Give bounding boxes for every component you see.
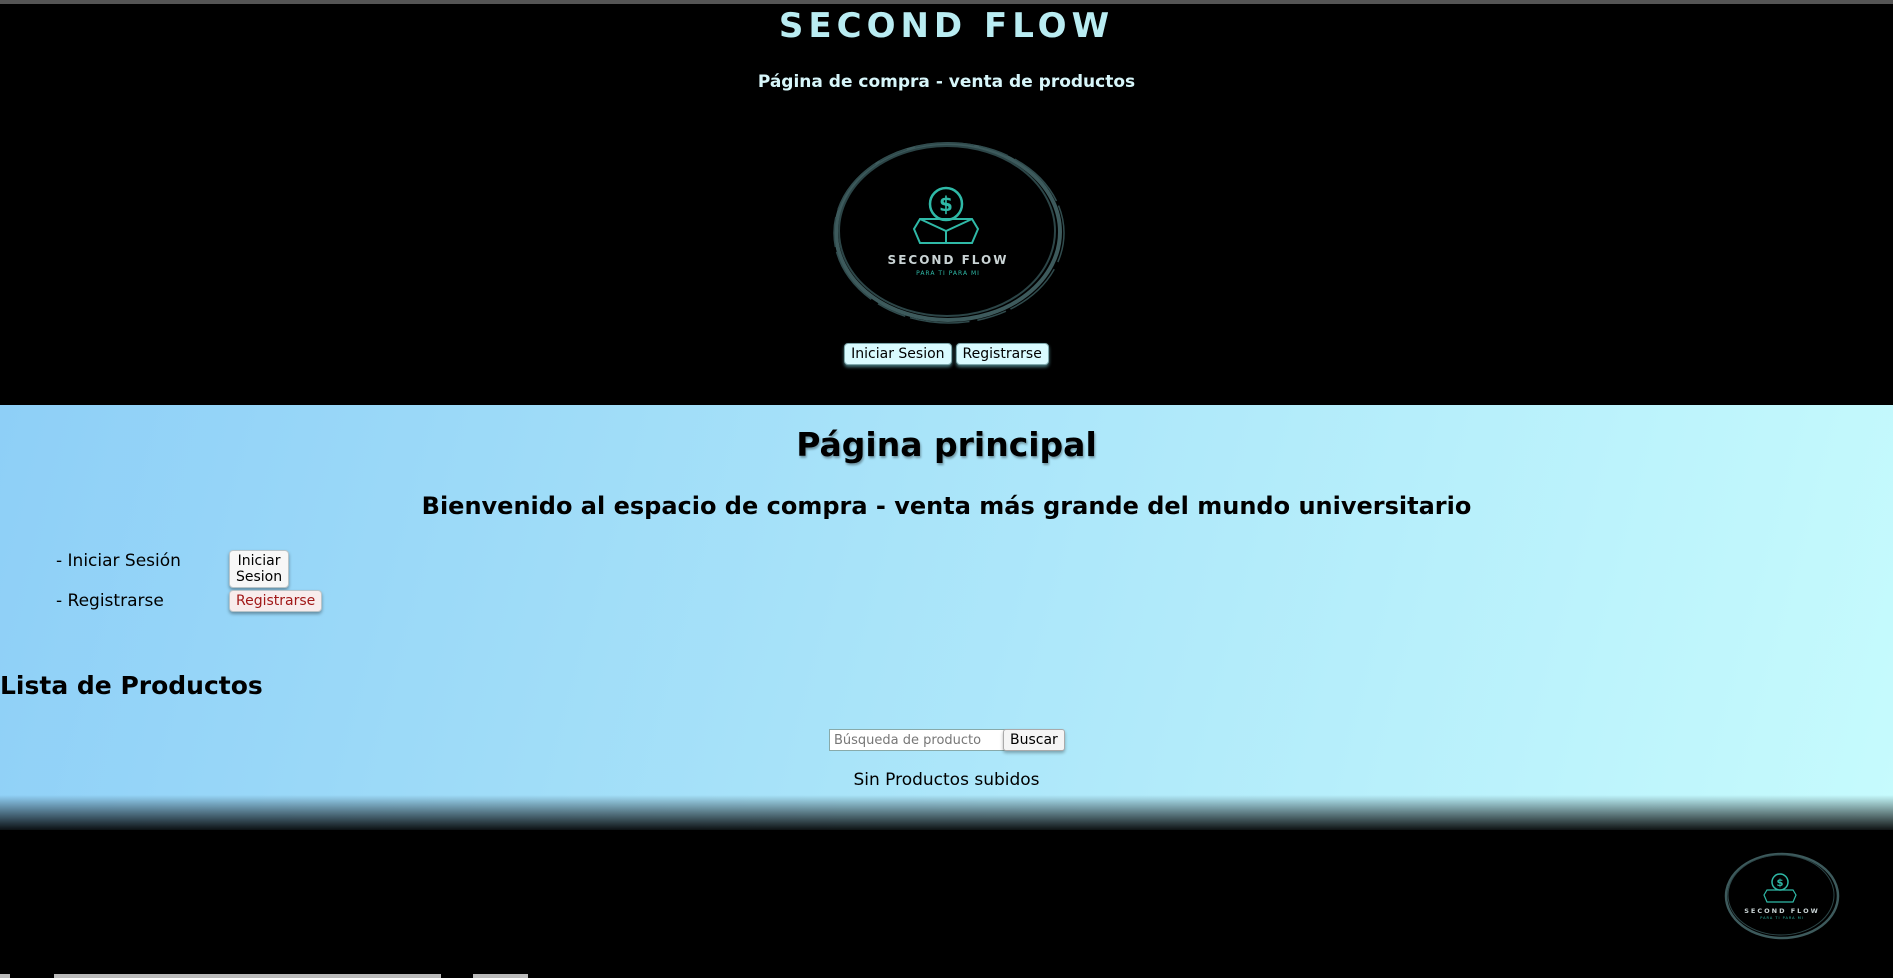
- svg-text:SECOND FLOW: SECOND FLOW: [1744, 907, 1820, 915]
- header-register-button[interactable]: Registrarse: [955, 343, 1049, 365]
- products-list-title: Lista de Productos: [0, 671, 263, 700]
- site-subtitle: Página de compra - venta de productos: [757, 72, 1136, 92]
- main-section: Página principal Bienvenido al espacio d…: [0, 405, 1893, 830]
- product-search-input[interactable]: [829, 729, 1009, 751]
- register-button[interactable]: Registrarse: [229, 590, 323, 612]
- svg-text:$: $: [939, 192, 953, 216]
- site-header: SECOND FLOW Página de compra - venta de …: [0, 4, 1893, 405]
- svg-text:$: $: [1777, 878, 1784, 889]
- register-label: - Registrarse: [56, 591, 164, 611]
- svg-text:PARA TI PARA MI: PARA TI PARA MI: [1760, 916, 1804, 920]
- site-footer: $ SECOND FLOW PARA TI PARA MI: [0, 830, 1893, 978]
- bottom-scrollbar: [0, 974, 1893, 978]
- empty-products-message: Sin Productos subidos: [853, 770, 1040, 790]
- header-button-group: Iniciar Sesion Registrarse: [0, 343, 1893, 365]
- svg-text:SECOND FLOW: SECOND FLOW: [888, 253, 1009, 267]
- page-title: Página principal: [796, 425, 1097, 464]
- login-label: - Iniciar Sesión: [56, 551, 181, 571]
- svg-text:PARA TI PARA MI: PARA TI PARA MI: [916, 270, 980, 277]
- welcome-message: Bienvenido al espacio de compra - venta …: [421, 492, 1472, 520]
- search-button[interactable]: Buscar: [1003, 729, 1065, 751]
- site-title: SECOND FLOW: [778, 6, 1115, 46]
- section-fade: [0, 795, 1893, 833]
- header-login-button[interactable]: Iniciar Sesion: [844, 343, 952, 365]
- login-button[interactable]: Iniciar Sesion: [229, 550, 290, 588]
- footer-logo: $ SECOND FLOW PARA TI PARA MI: [1722, 850, 1842, 942]
- second-flow-logo: $ SECOND FLOW PARA TI PARA MI: [830, 139, 1066, 325]
